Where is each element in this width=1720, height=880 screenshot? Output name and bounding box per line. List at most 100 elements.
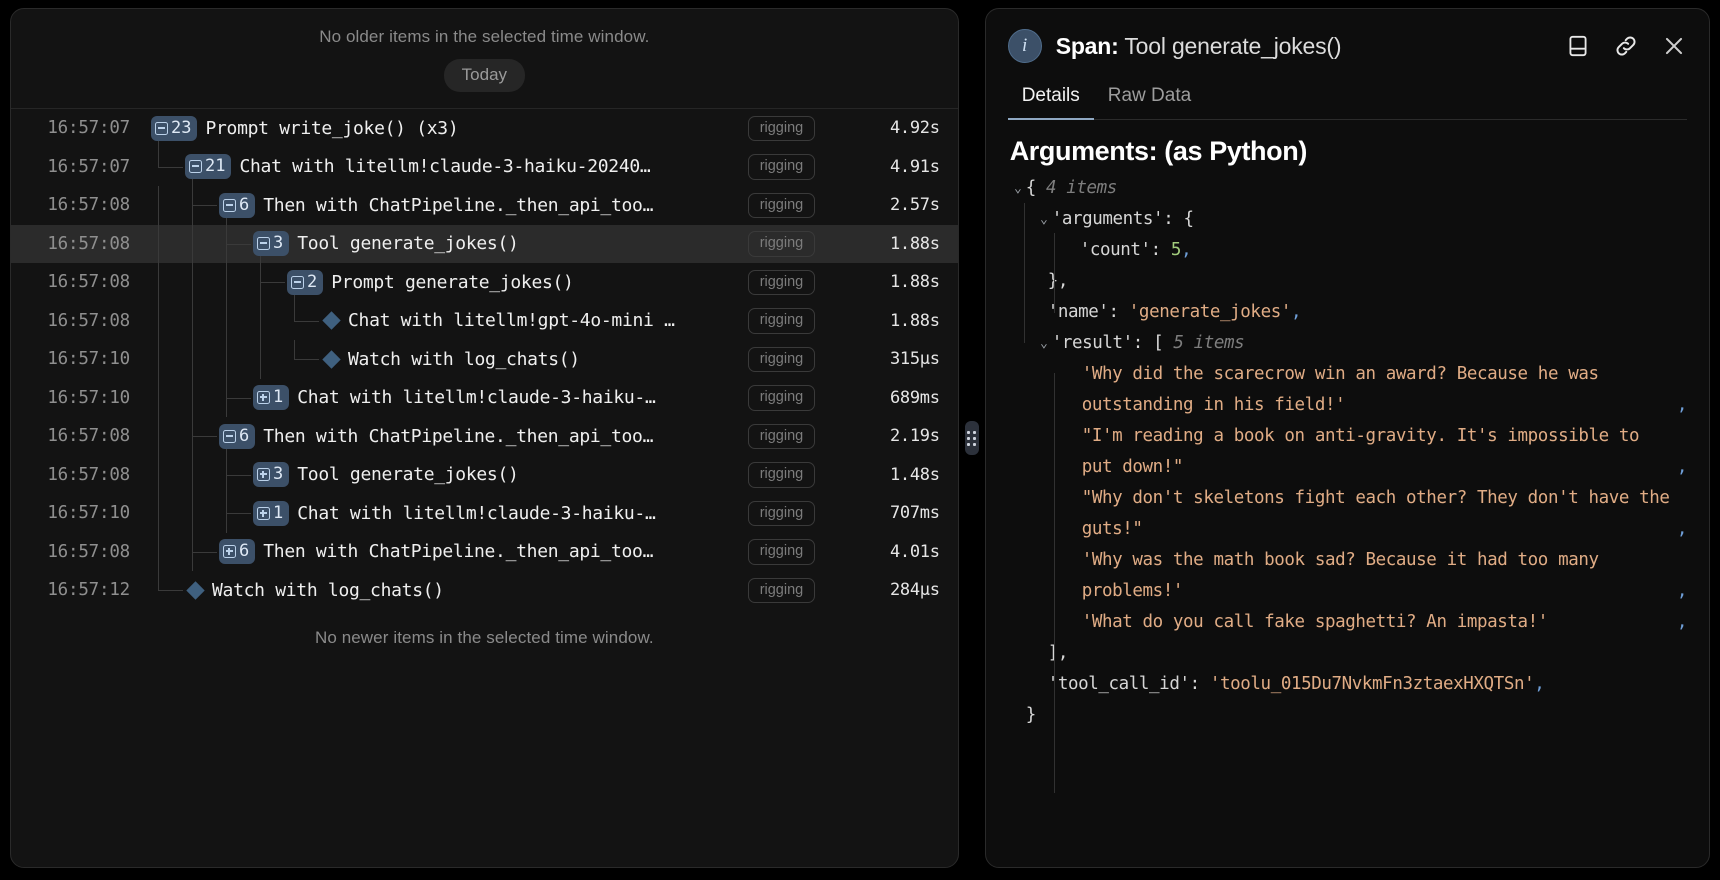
status-badge[interactable]: rigging xyxy=(748,116,816,142)
collapse-toggle-button[interactable]: 21 xyxy=(185,154,231,179)
close-icon[interactable] xyxy=(1661,33,1687,59)
collapse-toggle-button[interactable]: 23 xyxy=(151,116,197,141)
trace-row[interactable]: 16:57:086Then with ChatPipeline._then_ap… xyxy=(11,533,958,572)
span-details-panel: i Span: Tool generate_jokes() xyxy=(985,8,1710,868)
string-token: 'What do you call fake spaghetti? An imp… xyxy=(1082,607,1677,638)
tree-guide-line xyxy=(226,302,227,341)
chevron-down-icon[interactable]: ⌄ xyxy=(1036,204,1052,235)
span-title-prefix: Span: xyxy=(1056,33,1119,59)
row-marker-wrap: 6 xyxy=(219,539,263,564)
row-marker-wrap: 6 xyxy=(219,193,263,218)
row-duration: 4.01s xyxy=(850,542,958,562)
arguments-section-title: Arguments: (as Python) xyxy=(1010,136,1687,167)
row-duration: 1.88s xyxy=(850,311,958,331)
row-tag-cell: rigging xyxy=(740,347,850,373)
status-badge[interactable]: rigging xyxy=(748,308,816,334)
row-tag-cell: rigging xyxy=(740,578,850,604)
collapse-toggle-button[interactable]: 3 xyxy=(253,231,289,256)
trace-row[interactable]: 16:57:12Watch with log_chats()rigging284… xyxy=(11,571,958,610)
row-label: Then with ChatPipeline._then_api_too… xyxy=(263,541,653,562)
status-badge[interactable]: rigging xyxy=(748,385,816,411)
code-line-content: }, xyxy=(1048,266,1068,297)
trace-row[interactable]: 16:57:086Then with ChatPipeline._then_ap… xyxy=(11,417,958,456)
code-line-content: 'tool_call_id': 'toolu_015Du7NvkmFn3ztae… xyxy=(1048,669,1545,700)
python-code-viewer: ⌄{ 4 items⌄'arguments': { 'count': 5, },… xyxy=(1010,173,1687,731)
collapse-toggle-button[interactable]: 6 xyxy=(219,193,255,218)
row-tag-cell: rigging xyxy=(740,154,850,180)
code-indent-guide xyxy=(1024,203,1025,343)
row-duration: 315µs xyxy=(850,349,958,369)
panel-splitter[interactable] xyxy=(959,8,985,868)
row-tree-cell: 3Tool generate_jokes() xyxy=(143,225,740,264)
tree-guide-line xyxy=(158,225,159,264)
code-result-key: ⌄'result': [ 5 items xyxy=(1010,328,1687,359)
status-badge[interactable]: rigging xyxy=(748,424,816,450)
child-count: 23 xyxy=(171,120,191,137)
row-tree-cell: 23Prompt write_joke() (x3) xyxy=(143,109,740,148)
span-details-body: Arguments: (as Python) ⌄{ 4 items⌄'argum… xyxy=(986,120,1709,867)
tree-guide-line xyxy=(192,302,193,341)
code-name-entry: 'name': 'generate_jokes', xyxy=(1010,297,1687,328)
comma-token: , xyxy=(1677,452,1687,483)
tab-details[interactable]: Details xyxy=(1008,81,1094,119)
splitter-grip-icon[interactable] xyxy=(965,421,979,455)
expand-toggle-button[interactable]: 3 xyxy=(253,462,289,487)
trace-row[interactable]: 16:57:101Chat with litellm!claude-3-haik… xyxy=(11,379,958,418)
timeline-header: No older items in the selected time wind… xyxy=(11,9,958,108)
expand-toggle-button[interactable]: 6 xyxy=(219,539,255,564)
status-badge[interactable]: rigging xyxy=(748,462,816,488)
row-tree-cell: 6Then with ChatPipeline._then_api_too… xyxy=(143,417,740,456)
key-token: 'name' xyxy=(1048,302,1109,322)
child-count: 6 xyxy=(239,543,249,560)
collapse-toggle-button[interactable]: 2 xyxy=(287,270,323,295)
trace-row[interactable]: 16:57:0723Prompt write_joke() (x3)riggin… xyxy=(11,109,958,148)
status-badge[interactable]: rigging xyxy=(748,501,816,527)
tab-raw-data[interactable]: Raw Data xyxy=(1094,81,1205,119)
row-tree-cell: 21Chat with litellm!claude-3-haiku-20240… xyxy=(143,148,740,187)
status-badge[interactable]: rigging xyxy=(748,347,816,373)
trace-row[interactable]: 16:57:082Prompt generate_jokes()rigging1… xyxy=(11,263,958,302)
trace-row[interactable]: 16:57:083Tool generate_jokes()rigging1.8… xyxy=(11,225,958,264)
code-toolcallid-entry: 'tool_call_id': 'toolu_015Du7NvkmFn3ztae… xyxy=(1010,669,1687,700)
row-tree-cell: Watch with log_chats() xyxy=(143,340,740,379)
tree-guide-line xyxy=(192,340,193,379)
link-icon[interactable] xyxy=(1613,33,1639,59)
tree-guide-line xyxy=(158,148,159,167)
tree-guide-elbow xyxy=(294,321,319,322)
status-badge[interactable]: rigging xyxy=(748,154,816,180)
trace-row[interactable]: 16:57:0721Chat with litellm!claude-3-hai… xyxy=(11,148,958,187)
string-token: 'toolu_015Du7NvkmFn3ztaexHXQTSn' xyxy=(1210,674,1534,694)
trace-row[interactable]: 16:57:086Then with ChatPipeline._then_ap… xyxy=(11,186,958,225)
row-tag-cell: rigging xyxy=(740,270,850,296)
code-root-close: } xyxy=(1010,700,1687,731)
trace-row[interactable]: 16:57:08Chat with litellm!gpt-4o-mini … r… xyxy=(11,302,958,341)
trace-row[interactable]: 16:57:10Watch with log_chats()rigging315… xyxy=(11,340,958,379)
trace-row[interactable]: 16:57:083Tool generate_jokes()rigging1.4… xyxy=(11,456,958,495)
row-duration: 4.92s xyxy=(850,118,958,138)
row-tree-cell: 1Chat with litellm!claude-3-haiku-… xyxy=(143,379,740,418)
string-token: 'generate_jokes' xyxy=(1129,302,1291,322)
comma-token: , xyxy=(1181,240,1191,260)
tree-guide-line xyxy=(192,456,193,495)
panel-layout-icon[interactable] xyxy=(1565,33,1591,59)
status-badge[interactable]: rigging xyxy=(748,270,816,296)
row-tree-cell: 1Chat with litellm!claude-3-haiku-… xyxy=(143,494,740,533)
tree-guide-line xyxy=(260,302,261,341)
chevron-down-icon[interactable]: ⌄ xyxy=(1010,173,1026,204)
code-line-content: 'result': [ 5 items xyxy=(1052,328,1245,359)
chevron-down-icon[interactable]: ⌄ xyxy=(1036,328,1052,359)
row-tag-cell: rigging xyxy=(740,231,850,257)
row-tree-cell: Chat with litellm!gpt-4o-mini … xyxy=(143,302,740,341)
row-timestamp: 16:57:08 xyxy=(11,311,143,331)
status-badge[interactable]: rigging xyxy=(748,193,816,219)
string-token: 'Why did the scarecrow win an award? Bec… xyxy=(1082,359,1677,421)
expand-toggle-button[interactable]: 1 xyxy=(253,501,289,526)
status-badge[interactable]: rigging xyxy=(748,539,816,565)
collapse-toggle-button[interactable]: 6 xyxy=(219,424,255,449)
trace-row[interactable]: 16:57:101Chat with litellm!claude-3-haik… xyxy=(11,494,958,533)
status-badge[interactable]: rigging xyxy=(748,578,816,604)
expand-toggle-button[interactable]: 1 xyxy=(253,385,289,410)
code-line-content: } xyxy=(1026,700,1036,731)
tree-guide-elbow xyxy=(226,475,251,476)
status-badge[interactable]: rigging xyxy=(748,231,816,257)
